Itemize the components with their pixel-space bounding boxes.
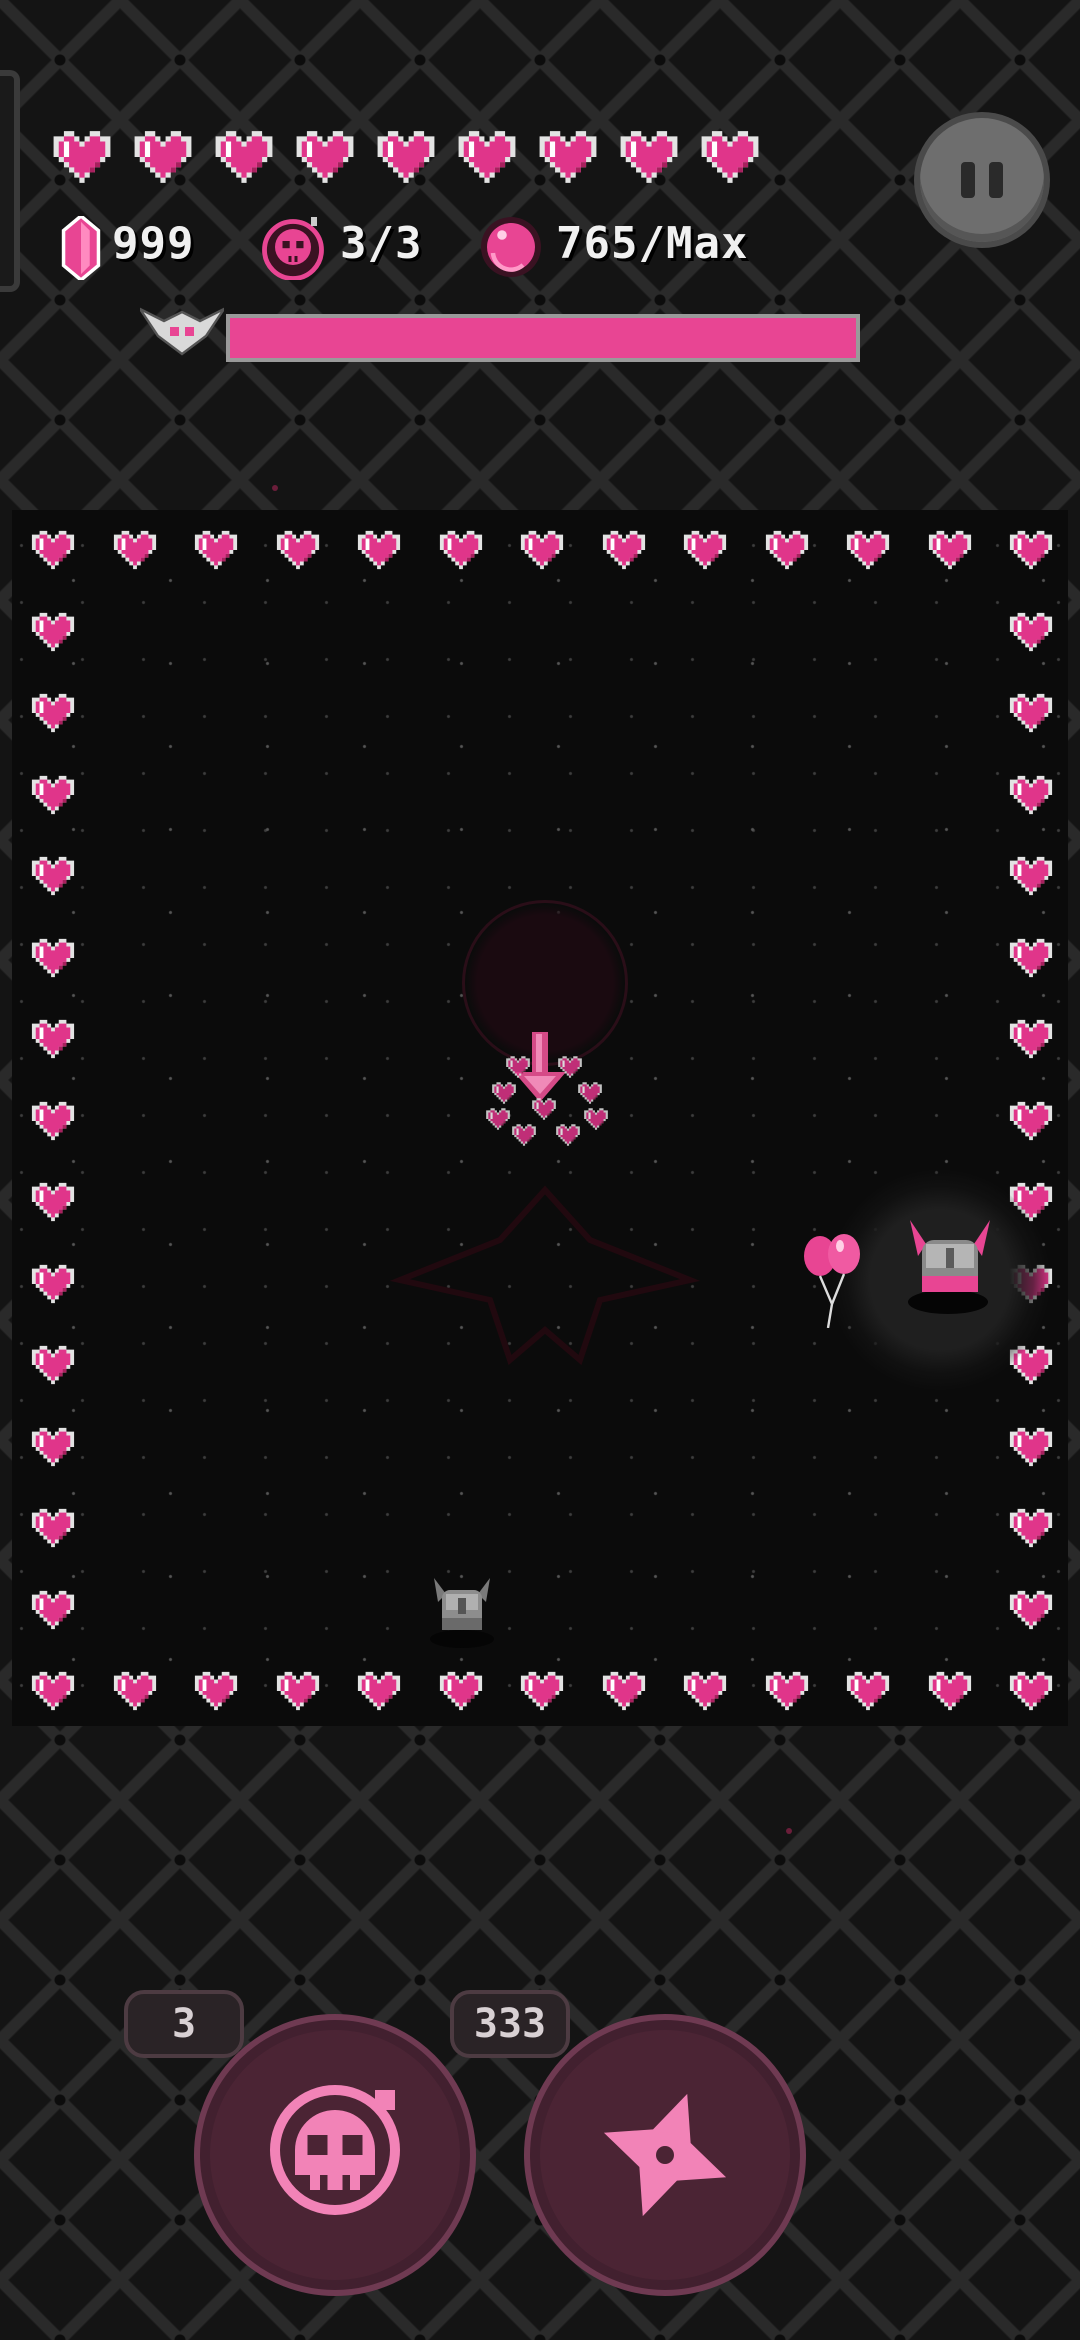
heart-icon (53, 131, 111, 183)
border-heart-icon (1009, 1019, 1053, 1059)
orb-count: 765/Max (556, 218, 749, 269)
orb-icon (481, 217, 541, 277)
boss-health-fill (230, 318, 856, 358)
skull-bomb-icon (262, 217, 324, 280)
heart-icon (701, 131, 759, 183)
bullet-heart-icon (584, 1108, 608, 1130)
border-heart-icon (1009, 1101, 1053, 1140)
border-heart-icon (439, 1671, 482, 1711)
border-heart-icon (1009, 1427, 1053, 1466)
heart-icon (620, 131, 678, 183)
bullet-heart-icon (492, 1082, 516, 1104)
pause-icon (961, 162, 975, 198)
border-heart-icon (31, 1590, 75, 1629)
border-heart-icon (31, 938, 75, 977)
balloon-icon (804, 1234, 860, 1328)
boss-emblem-icon (140, 307, 224, 356)
bullet-heart-icon (556, 1124, 580, 1146)
border-heart-icon (439, 530, 482, 570)
border-heart-icon (928, 530, 971, 570)
border-heart-icon (683, 1671, 727, 1711)
heart-icon (215, 131, 273, 183)
border-heart-icon (765, 1671, 808, 1711)
border-heart-icon (31, 612, 75, 651)
border-heart-icon (1009, 1671, 1053, 1711)
shuriken-skill-count-badge: 333 (450, 1990, 570, 2058)
border-heart-icon (194, 530, 238, 570)
border-heart-icon (357, 1671, 401, 1711)
bomb-skill-button[interactable] (194, 2014, 476, 2296)
border-heart-icon (31, 1264, 75, 1303)
border-heart-icon (31, 1345, 75, 1385)
border-heart-icon (31, 1182, 75, 1222)
shuriken-icon (603, 2093, 727, 2217)
heart-icon (134, 131, 192, 183)
border-heart-icon (602, 1671, 645, 1711)
border-heart-icon (1009, 938, 1053, 977)
boss-health-bar (226, 314, 860, 362)
border-heart-icon (31, 856, 75, 896)
heart-icon (458, 131, 516, 183)
border-heart-icon (31, 1671, 75, 1711)
bullet-heart-icon (532, 1098, 556, 1120)
grey-enemy-icon (434, 1578, 490, 1630)
border-heart-icon (683, 530, 727, 570)
border-heart-icon (31, 693, 75, 733)
side-drawer-tab[interactable] (0, 70, 20, 292)
heart-icon (296, 131, 354, 183)
border-heart-icon (1009, 612, 1053, 651)
border-heart-icon (1009, 1590, 1053, 1629)
border-heart-icon (846, 1671, 890, 1711)
heart-icon (539, 131, 597, 183)
border-heart-icon (31, 1101, 75, 1140)
border-heart-icon (31, 530, 75, 570)
bullet-heart-icon (578, 1082, 602, 1104)
bullet-heart-icon (558, 1056, 582, 1078)
gem-count: 999 (112, 218, 195, 269)
border-heart-icon (1009, 1508, 1053, 1548)
border-heart-icon (1009, 856, 1053, 896)
border-heart-icon (357, 530, 401, 570)
border-heart-icon (276, 530, 319, 570)
border-heart-icon (31, 1508, 75, 1548)
pause-button[interactable] (920, 118, 1044, 242)
border-heart-icon (113, 1671, 156, 1711)
bomb-skill-count-badge: 3 (124, 1990, 244, 2058)
border-heart-icon (928, 1671, 971, 1711)
border-heart-icon (520, 1671, 564, 1711)
border-heart-icon (276, 1671, 319, 1711)
border-heart-icon (1009, 775, 1053, 814)
horned-enemy-icon (910, 1220, 990, 1292)
border-heart-icon (31, 1427, 75, 1466)
border-heart-icon (194, 1671, 238, 1711)
boss-silhouette (389, 1185, 701, 1366)
border-heart-icon (602, 530, 645, 570)
border-heart-icon (1009, 693, 1053, 733)
skull-icon (270, 2085, 400, 2215)
border-heart-icon (520, 530, 564, 570)
border-heart-icon (765, 530, 808, 570)
bullet-heart-icon (506, 1056, 530, 1078)
border-heart-icon (1009, 530, 1053, 570)
bullet-heart-icon (512, 1124, 536, 1146)
border-heart-icon (31, 775, 75, 814)
heart-icon (377, 131, 435, 183)
border-heart-icon (846, 530, 890, 570)
border-heart-icon (31, 1019, 75, 1059)
bullet-heart-icon (486, 1108, 510, 1130)
crystal-icon (61, 216, 101, 280)
bomb-count: 3/3 (340, 218, 423, 269)
border-heart-icon (113, 530, 156, 570)
shuriken-skill-button[interactable] (524, 2014, 806, 2296)
